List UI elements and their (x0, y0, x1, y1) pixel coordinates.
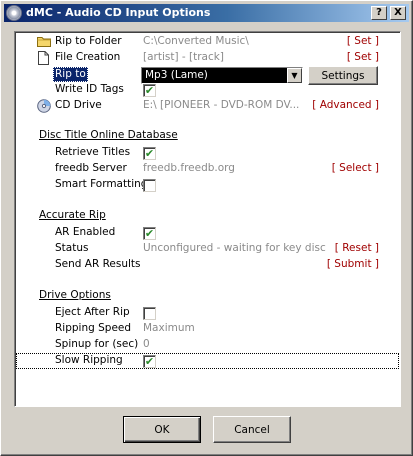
row-ar-enabled: AR Enabled ✔ (15, 225, 400, 241)
row-rip-to-folder: Rip to Folder C:\Converted Music\ [ Set … (15, 34, 400, 50)
row-slow-ripping: Slow Ripping ✔ (16, 353, 399, 369)
freedb-server-value: freedb.freedb.org (143, 162, 235, 174)
title-bar[interactable]: dMC - Audio CD Input Options ? X (4, 4, 409, 22)
ar-enabled-label: AR Enabled (55, 226, 116, 238)
spinup-label: Spinup for (sec) (55, 338, 139, 350)
row-smart-formatting: Smart Formatting (15, 177, 400, 193)
section-header-accurate-rip: Accurate Rip (39, 209, 106, 221)
ar-enabled-checkbox[interactable]: ✔ (143, 227, 156, 240)
row-send-ar-results: Send AR Results [ Submit ] (15, 257, 400, 273)
ripping-speed-label: Ripping Speed (55, 322, 132, 334)
file-creation-set-link[interactable]: [ Set ] (347, 51, 379, 63)
cancel-button[interactable]: Cancel (213, 416, 291, 443)
rip-to-label: Rip to (53, 67, 88, 82)
spinup-value[interactable]: 0 (143, 338, 150, 350)
freedb-server-select-link[interactable]: [ Select ] (332, 162, 379, 174)
ok-button[interactable]: OK (123, 416, 201, 443)
help-button[interactable]: ? (371, 6, 387, 20)
ar-submit-link[interactable]: [ Submit ] (327, 258, 379, 270)
row-freedb-server: freedb Server freedb.freedb.org [ Select… (15, 161, 400, 177)
window-title: dMC - Audio CD Input Options (26, 6, 211, 19)
section-header-disc-title: Disc Title Online Database (39, 129, 178, 141)
retrieve-titles-label: Retrieve Titles (55, 146, 131, 158)
section-header-drive-options: Drive Options (39, 289, 111, 301)
file-icon (38, 51, 49, 65)
write-id-tags-label: Write ID Tags (55, 83, 124, 95)
cd-drive-label: CD Drive (55, 99, 102, 111)
send-ar-results-label: Send AR Results (55, 258, 141, 270)
freedb-server-label: freedb Server (55, 162, 127, 174)
ar-status-label: Status (55, 242, 89, 254)
rip-to-folder-value: C:\Converted Music\ (143, 35, 249, 47)
encoder-select-value: Mp3 (Lame) (145, 69, 208, 81)
row-eject-after-rip: Eject After Rip (15, 305, 400, 321)
folder-icon (37, 37, 51, 47)
rip-to-folder-label: Rip to Folder (55, 35, 122, 47)
row-ripping-speed: Ripping Speed Maximum (15, 321, 400, 337)
retrieve-titles-checkbox[interactable]: ✔ (143, 147, 156, 160)
eject-after-rip-checkbox[interactable] (143, 307, 156, 320)
ripping-speed-value[interactable]: Maximum (143, 322, 195, 334)
row-ar-status: Status Unconfigured - waiting for key di… (15, 241, 400, 257)
chevron-down-icon[interactable]: ▼ (287, 68, 302, 83)
row-file-creation: File Creation [artist] - [track] [ Set ] (15, 50, 400, 66)
ar-status-value: Unconfigured - waiting for key disc (143, 242, 326, 254)
app-cd-icon (6, 5, 22, 21)
cd-drive-advanced-link[interactable]: [ Advanced ] (312, 99, 379, 111)
row-cd-drive: CD Drive E:\ [PIONEER - DVD-ROM DV... [ … (15, 98, 400, 114)
smart-formatting-checkbox[interactable] (143, 179, 156, 192)
ar-reset-link[interactable]: [ Reset ] (335, 242, 379, 254)
row-spinup: Spinup for (sec) 0 (15, 337, 400, 353)
close-button[interactable]: X (390, 6, 406, 20)
file-creation-value: [artist] - [track] (143, 51, 224, 63)
options-panel: Rip to Folder C:\Converted Music\ [ Set … (14, 31, 401, 407)
eject-after-rip-label: Eject After Rip (55, 306, 130, 318)
dialog-window: dMC - Audio CD Input Options ? X Rip to … (0, 0, 413, 456)
slow-ripping-label: Slow Ripping (55, 354, 123, 366)
cd-drive-icon (37, 99, 51, 113)
cd-drive-value: E:\ [PIONEER - DVD-ROM DV... (143, 99, 300, 111)
rip-to-folder-set-link[interactable]: [ Set ] (347, 35, 379, 47)
row-retrieve-titles: Retrieve Titles ✔ (15, 145, 400, 161)
smart-formatting-label: Smart Formatting (55, 178, 148, 190)
file-creation-label: File Creation (55, 51, 121, 63)
write-id-tags-checkbox[interactable]: ✔ (143, 84, 156, 97)
slow-ripping-checkbox[interactable]: ✔ (143, 355, 156, 368)
row-write-id-tags: Write ID Tags ✔ (15, 82, 400, 98)
